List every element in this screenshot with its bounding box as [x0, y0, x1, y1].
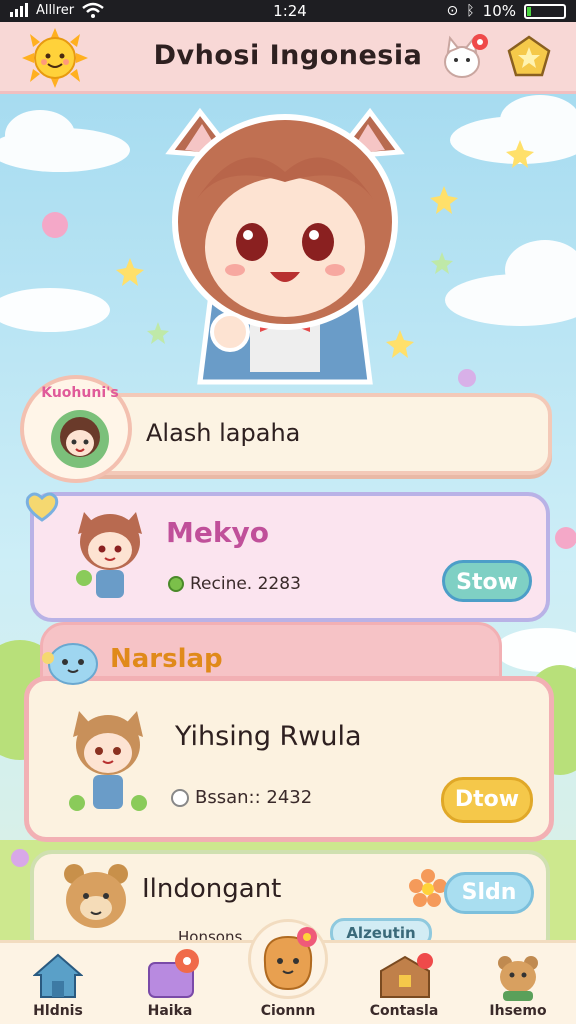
anime-cat-girl-illustration [165, 107, 405, 385]
flower-icon [409, 869, 447, 907]
nav-item-chest[interactable]: Contasla [349, 943, 459, 1024]
battery-percent: 10% [482, 2, 516, 20]
nav-item-gifts[interactable]: Haika [115, 943, 225, 1024]
nav-item-home[interactable]: Hldnis [3, 943, 113, 1024]
character-icon [263, 927, 317, 991]
nav-label: Ihsemo [489, 1003, 547, 1019]
status-bar: Alllrer 1:24 ⊙ ᛒ 10% [0, 0, 576, 22]
nav-label: Haika [147, 1003, 193, 1019]
bear-icon [498, 956, 538, 1001]
clock-icon [171, 789, 189, 807]
entry-name: Yihsing Rwula [175, 721, 362, 752]
nav-item-bear[interactable]: Ihsemo [463, 943, 573, 1024]
cat-notification-icon[interactable] [440, 32, 490, 82]
heart-bubble-icon [25, 492, 59, 522]
sldn-button[interactable]: Sldn [444, 872, 534, 914]
avatar [51, 410, 109, 468]
entry-name: Mekyo [166, 516, 269, 549]
bottom-nav: Hldnis Haika Cionnn Contasla Ihsemo [0, 919, 576, 1024]
nav-label: Hldnis [33, 1003, 83, 1019]
star-badge-icon[interactable] [506, 34, 552, 80]
battery-icon [524, 3, 566, 19]
section-title: Narslap [110, 644, 223, 674]
nav-label: Contasla [369, 1003, 439, 1019]
chest-icon [380, 953, 433, 998]
entry-name: Ilndongant [142, 874, 282, 904]
bear-avatar [64, 864, 128, 928]
wifi-icon [82, 2, 104, 18]
nav-label: Cionnn [260, 1003, 316, 1019]
app-header: Dvhosi Ingonesia [0, 22, 576, 94]
entry-detail: Recine. 2283 [190, 574, 301, 594]
nav-item-character[interactable]: Cionnn [233, 919, 343, 1024]
entry-detail: Bssan:: 2432 [195, 787, 313, 808]
location-icon: ⊙ [446, 3, 459, 19]
bluetooth-icon: ᛒ [466, 3, 475, 19]
status-time: 1:24 [273, 2, 307, 20]
gift-box-icon [148, 949, 199, 998]
blob-creature-icon [42, 643, 98, 685]
brown-hair-girl-avatar [69, 711, 147, 811]
leaf-icon [168, 576, 184, 592]
profile-avatar-bubble[interactable]: Kuohuni's [20, 375, 132, 483]
list-item-mekyo[interactable]: Mekyo Recine. 2283 Stow [30, 492, 550, 622]
status-right: ⊙ ᛒ 10% [447, 2, 566, 20]
house-icon [33, 953, 83, 998]
dtow-button[interactable]: Dtow [441, 777, 533, 823]
status-left: Alllrer [10, 2, 104, 18]
app-title: Dvhosi Ingonesia [153, 40, 423, 71]
signal-icon [10, 3, 28, 17]
list-item-yihsing[interactable]: Yihsing Rwula Bssan:: 2432 Dtow [24, 676, 554, 842]
sun-icon[interactable] [18, 26, 92, 90]
stow-button[interactable]: Stow [442, 560, 532, 602]
profile-name: Alash lapaha [146, 419, 301, 447]
profile-badge: Kuohuni's [41, 385, 119, 401]
carrier-label: Alllrer [36, 2, 75, 18]
cat-girl-avatar [76, 512, 142, 598]
